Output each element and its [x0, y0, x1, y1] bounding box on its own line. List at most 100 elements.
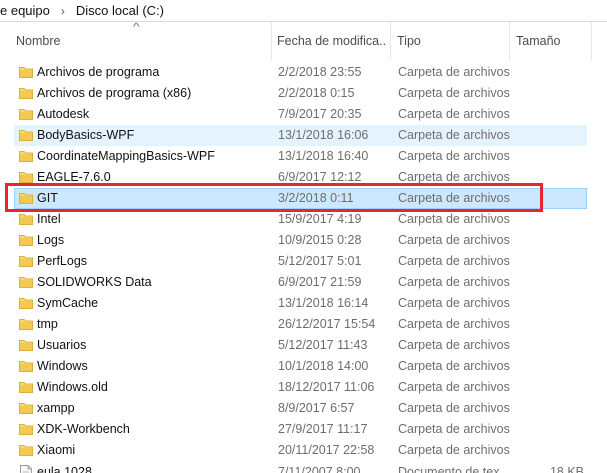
file-name: PerfLogs — [37, 254, 88, 268]
file-row[interactable]: Archivos de programa 2/2/2018 23:55 Carpet… — [14, 62, 587, 83]
folder-icon — [19, 256, 33, 267]
column-header-type[interactable]: Tipo — [397, 22, 507, 60]
file-name: Archivos de programa (x86) — [37, 86, 192, 100]
file-size — [520, 273, 584, 292]
file-type: Carpeta de archivos — [398, 443, 510, 457]
file-date-modified: 5/12/2017 11:43 — [278, 338, 368, 352]
file-row[interactable]: tmp 26/12/2017 15:54 Carpeta de archivos — [14, 314, 587, 335]
breadcrumb-item-equipo[interactable]: e equipo — [0, 3, 50, 18]
column-header-date[interactable]: Fecha de modifica... — [277, 22, 387, 60]
file-name: CoordinateMappingBasics-WPF — [37, 149, 215, 163]
file-row[interactable]: eula.1028 7/11/2007 8:00 Documento de tex.… — [14, 462, 587, 473]
file-name: Logs — [37, 233, 65, 247]
file-date-modified: 7/9/2017 20:35 — [278, 107, 362, 121]
file-name: Usuarios — [37, 338, 87, 352]
file-row[interactable]: GIT 3/2/2018 0:11 Carpeta de archivos — [14, 188, 587, 209]
file-row[interactable]: Intel 15/9/2017 4:19 Carpeta de archivos — [14, 209, 587, 230]
file-row[interactable]: Autodesk 7/9/2017 20:35 Carpeta de archivo… — [14, 104, 587, 125]
folder-icon — [19, 382, 33, 393]
folder-icon — [19, 298, 33, 309]
file-name: Xiaomi — [37, 443, 76, 457]
folder-icon — [19, 130, 33, 141]
folder-icon — [19, 340, 33, 351]
file-date-modified: 2/2/2018 0:15 — [278, 86, 355, 100]
file-list: Archivos de programa 2/2/2018 23:55 Carpet… — [0, 60, 607, 473]
file-date-modified: 27/9/2017 11:17 — [278, 422, 368, 436]
file-row[interactable]: SymCache 13/1/2018 16:14 Carpeta de archiv… — [14, 293, 587, 314]
file-name: BodyBasics-WPF — [37, 128, 135, 142]
folder-icon — [19, 424, 33, 435]
file-size — [520, 147, 584, 166]
chevron-right-icon[interactable]: › — [58, 4, 68, 18]
file-date-modified: 10/9/2015 0:28 — [278, 233, 362, 247]
file-date-modified: 15/9/2017 4:19 — [278, 212, 362, 226]
folder-icon — [19, 67, 33, 78]
file-row[interactable]: PerfLogs 5/12/2017 5:01 Carpeta de archivo… — [14, 251, 587, 272]
folder-icon — [19, 109, 33, 120]
file-row[interactable]: Archivos de programa (x86) 2/2/2018 0:15 C… — [14, 83, 587, 104]
column-divider[interactable] — [271, 22, 272, 60]
column-header-name[interactable]: Nombre — [16, 22, 270, 60]
file-type: Carpeta de archivos — [398, 212, 510, 226]
file-type: Carpeta de archivos — [398, 380, 510, 394]
file-row[interactable]: BodyBasics-WPF 13/1/2018 16:06 Carpeta de … — [14, 125, 587, 146]
file-date-modified: 5/12/2017 5:01 — [278, 254, 362, 268]
file-type: Carpeta de archivos — [398, 233, 510, 247]
file-name: Intel — [37, 212, 61, 226]
file-row[interactable]: Windows 10/1/2018 14:00 Carpeta de archivo… — [14, 356, 587, 377]
file-size: 18 KB — [549, 465, 584, 473]
folder-icon — [19, 88, 33, 99]
column-divider[interactable] — [390, 22, 391, 60]
file-type: Carpeta de archivos — [398, 296, 510, 310]
file-name: Archivos de programa — [37, 65, 160, 79]
file-size — [520, 399, 584, 418]
breadcrumb: e equipo › Disco local (C:) — [0, 0, 607, 22]
file-size — [520, 294, 584, 313]
file-name: EAGLE-7.6.0 — [37, 170, 111, 184]
file-name: GIT — [37, 191, 58, 205]
file-name: xampp — [37, 401, 75, 415]
file-date-modified: 3/2/2018 0:11 — [278, 191, 354, 205]
file-date-modified: 10/1/2018 14:00 — [278, 359, 369, 373]
file-row[interactable]: Xiaomi 20/11/2017 22:58 Carpeta de archivo… — [14, 440, 587, 461]
breadcrumb-item-disco-local[interactable]: Disco local (C:) — [76, 3, 164, 18]
folder-icon — [19, 214, 33, 225]
file-row[interactable]: XDK-Workbench 27/9/2017 11:17 Carpeta de a… — [14, 419, 587, 440]
file-row[interactable]: EAGLE-7.6.0 6/9/2017 12:12 Carpeta de arch… — [14, 167, 587, 188]
file-date-modified: 6/9/2017 21:59 — [278, 275, 362, 289]
file-name: Autodesk — [37, 107, 90, 121]
file-name: tmp — [37, 317, 58, 331]
file-date-modified: 7/11/2007 8:00 — [278, 465, 361, 473]
file-row[interactable]: SOLIDWORKS Data 6/9/2017 21:59 Carpeta de … — [14, 272, 587, 293]
file-size — [520, 168, 584, 187]
folder-icon — [19, 277, 33, 288]
folder-icon — [19, 235, 33, 246]
column-divider[interactable] — [509, 22, 510, 60]
file-size — [520, 420, 584, 439]
file-size — [520, 315, 584, 334]
file-size — [520, 378, 584, 397]
file-name: Windows — [37, 359, 88, 373]
file-size — [520, 189, 584, 208]
file-type: Carpeta de archivos — [398, 170, 510, 184]
column-divider[interactable] — [591, 22, 592, 60]
file-type: Carpeta de archivos — [398, 359, 510, 373]
folder-icon — [19, 151, 33, 162]
file-size — [520, 231, 584, 250]
file-size — [520, 441, 584, 460]
file-row[interactable]: Usuarios 5/12/2017 11:43 Carpeta de archiv… — [14, 335, 587, 356]
file-size — [520, 252, 584, 271]
folder-icon — [19, 445, 33, 456]
file-row[interactable]: Logs 10/9/2015 0:28 Carpeta de archivos — [14, 230, 587, 251]
column-header-size[interactable]: Tamaño — [516, 22, 596, 60]
file-type: Carpeta de archivos — [398, 338, 510, 352]
file-row[interactable]: xampp 8/9/2017 6:57 Carpeta de archivos — [14, 398, 587, 419]
file-date-modified: 13/1/2018 16:06 — [278, 128, 369, 142]
file-size — [520, 63, 584, 82]
file-name: eula.1028 — [37, 465, 92, 473]
file-row[interactable]: Windows.old 18/12/2017 11:06 Carpeta de ar… — [14, 377, 587, 398]
file-date-modified: 26/12/2017 15:54 — [278, 317, 376, 331]
file-date-modified: 8/9/2017 6:57 — [278, 401, 355, 415]
folder-icon — [19, 172, 33, 183]
file-row[interactable]: CoordinateMappingBasics-WPF 13/1/2018 16:… — [14, 146, 587, 167]
